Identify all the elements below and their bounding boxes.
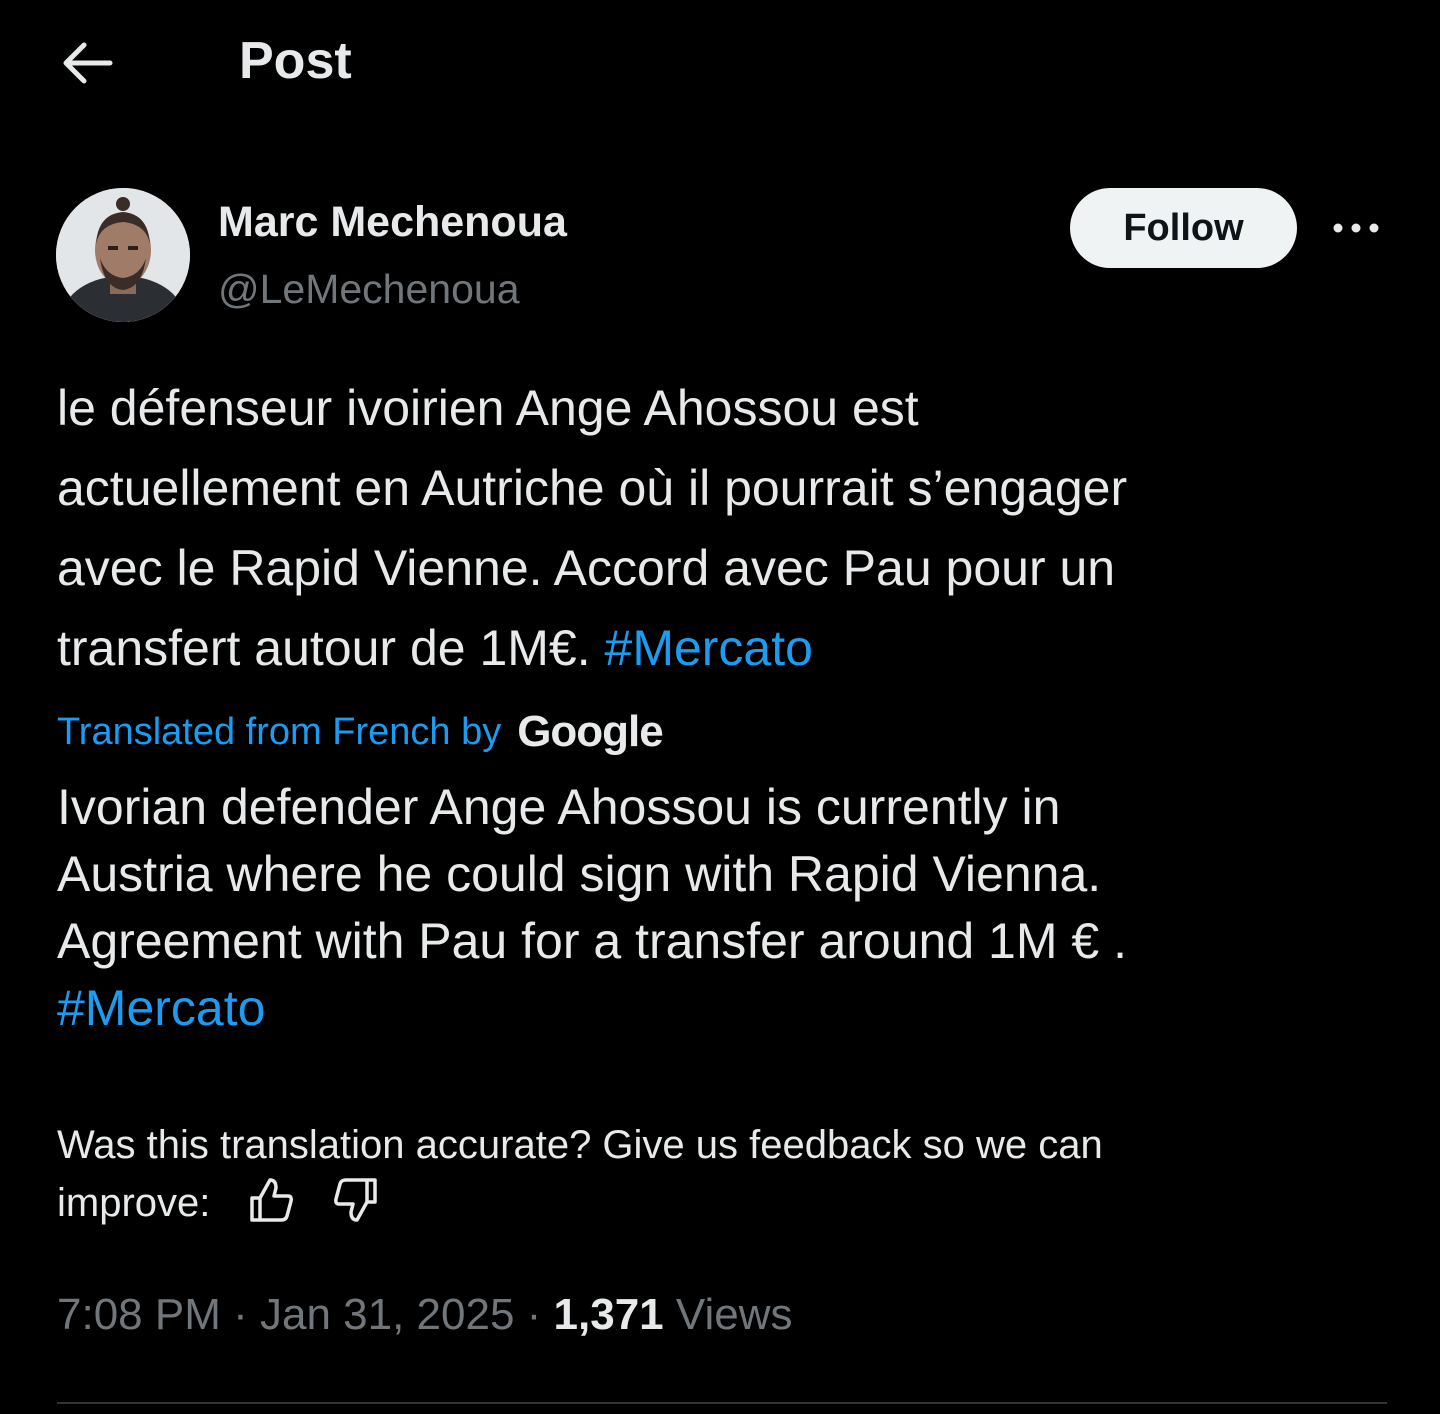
- arrow-left-icon: [63, 42, 113, 84]
- post-date[interactable]: Jan 31, 2025: [260, 1290, 514, 1339]
- post-page: Post Marc Mechenoua @LeMechenoua Follow …: [0, 0, 1440, 1414]
- translated-line: #Mercato: [57, 975, 1397, 1042]
- google-logo: Google: [517, 707, 664, 756]
- tweet-line: avec le Rapid Vienne. Accord avec Pau po…: [57, 540, 1116, 596]
- feedback-improve-label: improve:: [57, 1181, 211, 1225]
- hashtag-link[interactable]: #Mercato: [57, 980, 265, 1036]
- views-label: Views: [675, 1290, 793, 1339]
- avatar[interactable]: [56, 188, 190, 322]
- divider: [57, 1402, 1387, 1404]
- translation-feedback: Was this translation accurate? Give us f…: [57, 1116, 1397, 1232]
- translation-attribution: Translated from French by Google: [57, 702, 664, 762]
- tweet-line: transfert autour de 1M€. #Mercato: [57, 608, 1397, 688]
- translated-line: Austria where he could sign with Rapid V…: [57, 846, 1102, 902]
- meta-separator: ·: [220, 1290, 260, 1339]
- follow-button[interactable]: Follow: [1070, 188, 1297, 268]
- hashtag-link[interactable]: #Mercato: [605, 620, 813, 676]
- thumbs-down-icon[interactable]: [331, 1176, 381, 1224]
- tweet-text: le défenseur ivoirien Ange Ahossou est a…: [57, 368, 1397, 688]
- translated-text: Ivorian defender Ange Ahossou is current…: [57, 774, 1397, 1042]
- post-time[interactable]: 7:08 PM: [57, 1290, 221, 1339]
- more-horizontal-icon: [1333, 223, 1379, 233]
- author-handle[interactable]: @LeMechenoua: [218, 264, 520, 314]
- tweet-line-text: transfert autour de 1M€.: [57, 620, 605, 676]
- feedback-question: Was this translation accurate? Give us f…: [57, 1123, 1103, 1167]
- feedback-row: improve:: [57, 1174, 1397, 1232]
- header: Post: [0, 0, 1440, 120]
- more-options-button[interactable]: [1326, 208, 1386, 248]
- views-count: 1,371: [553, 1290, 664, 1339]
- post-meta: 7:08 PM · Jan 31, 2025 · 1,371 Views: [57, 1284, 792, 1346]
- translated-line: Agreement with Pau for a transfer around…: [57, 913, 1127, 969]
- translated-from-link[interactable]: Translated from French by: [57, 707, 501, 757]
- avatar-photo: [56, 188, 190, 322]
- thumbs-up-icon[interactable]: [246, 1176, 296, 1224]
- page-title: Post: [239, 32, 352, 90]
- author-display-name[interactable]: Marc Mechenoua: [218, 196, 567, 248]
- back-button[interactable]: [50, 28, 124, 98]
- meta-separator: ·: [514, 1290, 554, 1339]
- translated-line: Ivorian defender Ange Ahossou is current…: [57, 779, 1061, 835]
- tweet-line: actuellement en Autriche où il pourrait …: [57, 460, 1128, 516]
- tweet-line: le défenseur ivoirien Ange Ahossou est: [57, 380, 919, 436]
